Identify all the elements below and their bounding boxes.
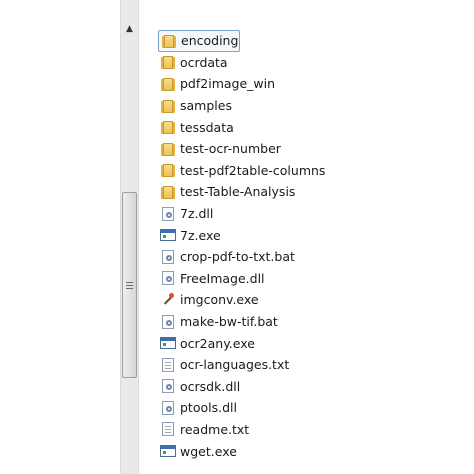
dll-file-icon (160, 270, 176, 286)
file-name-label: ocrdata (180, 54, 228, 70)
file-name-label: ocrsdk.dll (180, 378, 241, 394)
file-name-label: samples (180, 98, 232, 114)
scrollbar-thumb[interactable] (122, 192, 137, 378)
file-name-label: encoding (181, 33, 239, 49)
file-name-label: crop-pdf-to-txt.bat (180, 249, 295, 265)
file-name-label: tessdata (180, 119, 234, 135)
file-list-item[interactable]: ocrdata (158, 52, 458, 74)
file-list-item[interactable]: imgconv.exe (158, 289, 458, 311)
exe-file-icon (160, 443, 176, 459)
folder-icon (160, 141, 176, 157)
file-name-label: 7z.exe (180, 227, 221, 243)
file-list-item[interactable]: encoding (158, 30, 240, 52)
file-list-item[interactable]: FreeImage.dll (158, 268, 458, 290)
file-list-item[interactable]: pdf2image_win (158, 73, 458, 95)
exe-file-icon (160, 335, 176, 351)
magic-wand-icon (160, 292, 176, 308)
file-name-label: make-bw-tif.bat (180, 314, 278, 330)
file-list-item[interactable]: ptools.dll (158, 397, 458, 419)
dll-file-icon (160, 378, 176, 394)
file-name-label: FreeImage.dll (180, 270, 265, 286)
dll-file-icon (160, 400, 176, 416)
exe-file-icon (160, 227, 176, 243)
text-file-icon (160, 421, 176, 437)
vertical-scrollbar[interactable]: ▲ (120, 0, 139, 474)
file-list-item[interactable]: ocrsdk.dll (158, 376, 458, 398)
folder-icon (160, 98, 176, 114)
folder-icon (160, 162, 176, 178)
file-name-label: test-pdf2table-columns (180, 162, 326, 178)
file-list-item[interactable]: samples (158, 95, 458, 117)
folder-icon (161, 33, 177, 49)
file-name-label: 7z.dll (180, 206, 214, 222)
folder-icon (160, 119, 176, 135)
file-name-label: pdf2image_win (180, 76, 276, 92)
file-list-item[interactable]: 7z.dll (158, 203, 458, 225)
folder-icon (160, 184, 176, 200)
file-name-label: ocr2any.exe (180, 335, 255, 351)
scroll-up-arrow-icon[interactable]: ▲ (121, 22, 138, 36)
file-list-item[interactable]: wget.exe (158, 440, 458, 462)
grip-icon (126, 281, 133, 289)
file-list-item[interactable]: make-bw-tif.bat (158, 311, 458, 333)
batch-file-icon (160, 249, 176, 265)
file-list-item[interactable]: ocr-languages.txt (158, 354, 458, 376)
file-list-item[interactable]: 7z.exe (158, 224, 458, 246)
file-list-item[interactable]: readme.txt (158, 419, 458, 441)
file-name-label: test-ocr-number (180, 141, 281, 157)
file-name-label: wget.exe (180, 443, 237, 459)
file-list-item[interactable]: test-Table-Analysis (158, 181, 458, 203)
file-name-label: readme.txt (180, 421, 250, 437)
file-list-item[interactable]: test-ocr-number (158, 138, 458, 160)
file-name-label: ocr-languages.txt (180, 357, 290, 373)
batch-file-icon (160, 314, 176, 330)
dll-file-icon (160, 206, 176, 222)
file-list-item[interactable]: crop-pdf-to-txt.bat (158, 246, 458, 268)
file-list: encoding ocrdata pdf2image_winsamples tessd… (158, 30, 458, 462)
text-file-icon (160, 357, 176, 373)
folder-icon (160, 76, 176, 92)
file-name-label: test-Table-Analysis (180, 184, 296, 200)
file-list-item[interactable]: ocr2any.exe (158, 332, 458, 354)
file-name-label: ptools.dll (180, 400, 237, 416)
file-list-item[interactable]: test-pdf2table-columns (158, 160, 458, 182)
folder-icon (160, 54, 176, 70)
file-name-label: imgconv.exe (180, 292, 259, 308)
file-list-item[interactable]: tessdata (158, 116, 458, 138)
